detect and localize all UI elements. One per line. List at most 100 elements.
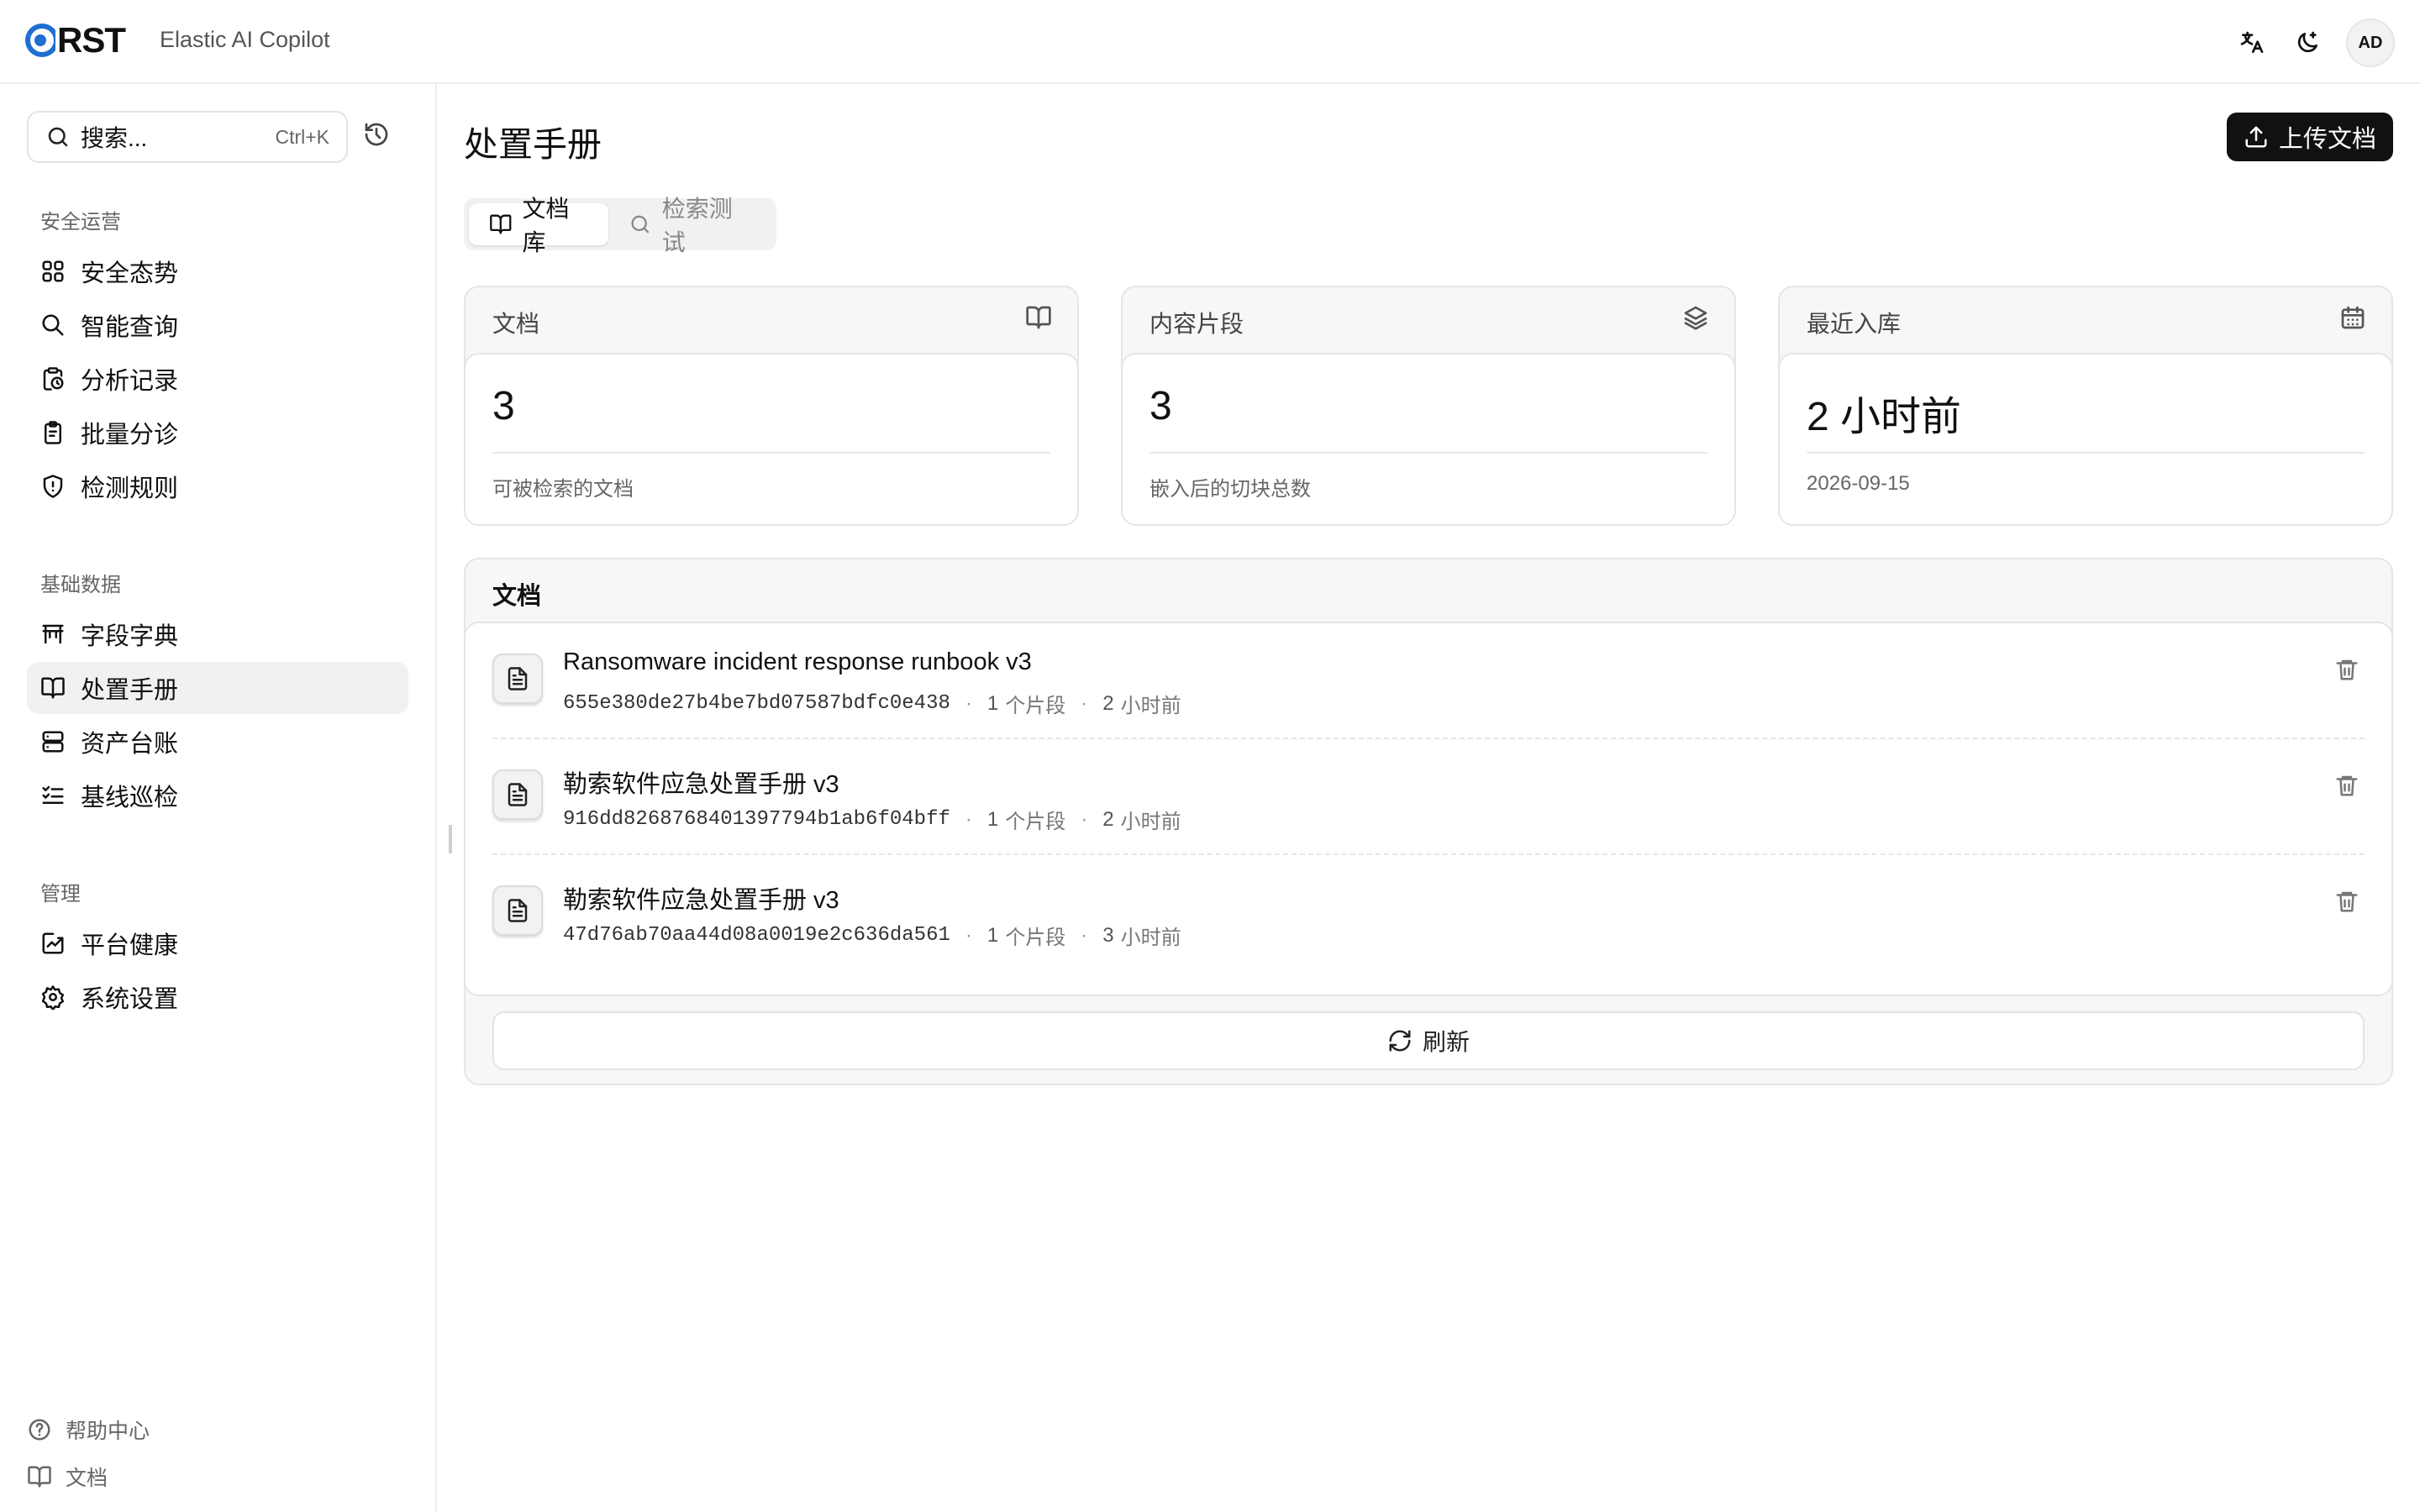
stat-card-latest-ingest: 最近入库 2 小时前 2026-09-15 (1778, 286, 2393, 526)
tab-label: 检索测试 (661, 196, 733, 255)
divider (492, 452, 1050, 454)
file-text-icon (508, 667, 528, 690)
avatar[interactable]: AD (2346, 18, 2395, 67)
book-icon (1026, 306, 1051, 329)
delete-document-button[interactable] (2334, 657, 2360, 682)
document-meta: 916dd8268768401397794b1ab6f04bff · 1 个片段… (563, 805, 1181, 834)
sidebar-item-label: 资产台账 (81, 731, 179, 758)
separator-dot: · (965, 807, 972, 831)
sidebar: 搜索... Ctrl+K 安全运营 安全态势 智能查询 分析记录 批量分诊 检测… (0, 84, 437, 1512)
delete-document-button[interactable] (2334, 773, 2360, 798)
app-name: Elastic AI Copilot (160, 27, 330, 52)
upload-button-label: 上传文档 (2278, 126, 2376, 153)
sidebar-item-playbooks[interactable]: 处置手册 (27, 662, 408, 714)
sidebar-item-label: 基线巡检 (81, 785, 179, 811)
file-text-icon (508, 899, 528, 922)
sidebar-item-system-settings[interactable]: 系统设置 (27, 971, 408, 1023)
sidebar-footer-label: 文档 (66, 1467, 108, 1490)
sidebar-footer-label: 帮助中心 (66, 1420, 150, 1443)
search-shortcut: Ctrl+K (275, 125, 329, 148)
chunk-count: 1 (986, 923, 999, 947)
logo-mark-icon (25, 24, 55, 57)
translate-button[interactable] (2228, 19, 2275, 66)
logo-text: RST (57, 20, 126, 60)
sidebar-item-platform-health[interactable]: 平台健康 (27, 917, 408, 969)
delete-document-button[interactable] (2334, 889, 2360, 914)
list-item[interactable]: Ransomware incident response runbook v3 … (492, 623, 2365, 739)
divider (1807, 452, 2365, 454)
logo[interactable]: RST (22, 18, 126, 62)
document-hash: 916dd8268768401397794b1ab6f04bff (563, 808, 950, 831)
document-name: 勒索软件应急处置手册 v3 (563, 771, 839, 798)
tab-retrieval-test[interactable]: 检索测试 (608, 196, 771, 255)
stat-card-documents: 文档 3 可被检索的文档 (464, 286, 1079, 526)
help-icon (29, 1419, 50, 1441)
sidebar-item-baseline-inspection[interactable]: 基线巡检 (27, 769, 408, 822)
book-icon (41, 677, 65, 699)
sidebar-item-security-posture[interactable]: 安全态势 (27, 245, 408, 297)
chunk-unit: 个片段 (1005, 927, 1066, 949)
refresh-icon (1389, 1030, 1411, 1052)
stat-subtitle: 可被检索的文档 (492, 478, 634, 501)
view-tabs: 文档库 检索测试 (464, 196, 776, 255)
sidebar-footer-help-center[interactable]: 帮助中心 (27, 1415, 150, 1445)
age-value: 2 (1102, 691, 1114, 715)
sidebar-item-label: 处置手册 (81, 677, 179, 704)
server-icon (42, 731, 64, 753)
trash-icon (2336, 891, 2358, 912)
upload-icon (2245, 126, 2267, 148)
sidebar-footer-docs[interactable]: 文档 (27, 1462, 108, 1492)
refresh-button-label: 刷新 (1422, 1029, 1470, 1055)
trash-icon (2336, 775, 2358, 796)
separator-dot: · (965, 923, 972, 947)
document-hash: 655e380de27b4be7bd07587bdfc0e438 (563, 692, 950, 715)
section-label-base-data: 基础数据 (40, 574, 121, 596)
sidebar-resize-handle[interactable] (449, 825, 452, 853)
separator-dot: · (1081, 923, 1088, 947)
search-placeholder: 搜索... (81, 125, 148, 151)
history-button[interactable] (363, 121, 390, 148)
search-icon (631, 215, 650, 234)
separator-dot: · (1081, 807, 1088, 831)
theme-toggle-button[interactable] (2284, 19, 2331, 66)
sidebar-item-analysis-records[interactable]: 分析记录 (27, 353, 408, 405)
sidebar-item-batch-triage[interactable]: 批量分诊 (27, 407, 408, 459)
sidebar-item-label: 系统设置 (81, 986, 179, 1013)
search-input[interactable]: 搜索... Ctrl+K (27, 111, 348, 163)
theme-toggle-icon (2297, 31, 2317, 53)
top-bar: RST Elastic AI Copilot AD (0, 0, 2420, 84)
chunk-count: 1 (986, 807, 999, 831)
stat-title: 最近入库 (1807, 311, 1902, 337)
document-icon-badge (492, 769, 543, 820)
divider (1150, 452, 1707, 454)
trash-icon (2336, 659, 2358, 680)
list-item[interactable]: 勒索软件应急处置手册 v3 916dd8268768401397794b1ab6… (492, 739, 2365, 855)
separator-dot: · (965, 691, 972, 715)
document-icon-badge (492, 885, 543, 936)
document-meta: 655e380de27b4be7bd07587bdfc0e438 · 1 个片段… (563, 689, 1181, 718)
search-icon (42, 314, 64, 336)
sidebar-item-asset-ledger[interactable]: 资产台账 (27, 716, 408, 768)
sidebar-item-detection-rules[interactable]: 检测规则 (27, 460, 408, 512)
stat-title: 文档 (492, 311, 540, 337)
stat-subtitle: 2026-09-15 (1807, 472, 1910, 495)
documents-title: 文档 (492, 583, 542, 610)
layers-icon (1684, 306, 1707, 330)
book-icon (490, 214, 512, 234)
sidebar-item-label: 智能查询 (81, 314, 179, 341)
refresh-button[interactable]: 刷新 (492, 1011, 2365, 1070)
book-icon (28, 1466, 51, 1488)
stat-card-chunks: 内容片段 3 嵌入后的切块总数 (1121, 286, 1736, 526)
document-icon-badge (492, 654, 543, 704)
list-item[interactable]: 勒索软件应急处置手册 v3 47d76ab70aa44d08a0019e2c63… (492, 855, 2365, 971)
upload-document-button[interactable]: 上传文档 (2227, 113, 2393, 161)
sidebar-item-field-dictionary[interactable]: 字段字典 (27, 608, 408, 660)
translate-icon (2240, 31, 2264, 53)
chunk-unit: 个片段 (1005, 695, 1066, 717)
dashboard-icon (42, 260, 64, 282)
tab-document-library[interactable]: 文档库 (469, 196, 609, 255)
age-unit: 小时前 (1120, 695, 1181, 717)
sidebar-item-label: 字段字典 (81, 623, 179, 650)
sidebar-item-smart-query[interactable]: 智能查询 (27, 299, 408, 351)
clipboard-icon (45, 421, 61, 444)
